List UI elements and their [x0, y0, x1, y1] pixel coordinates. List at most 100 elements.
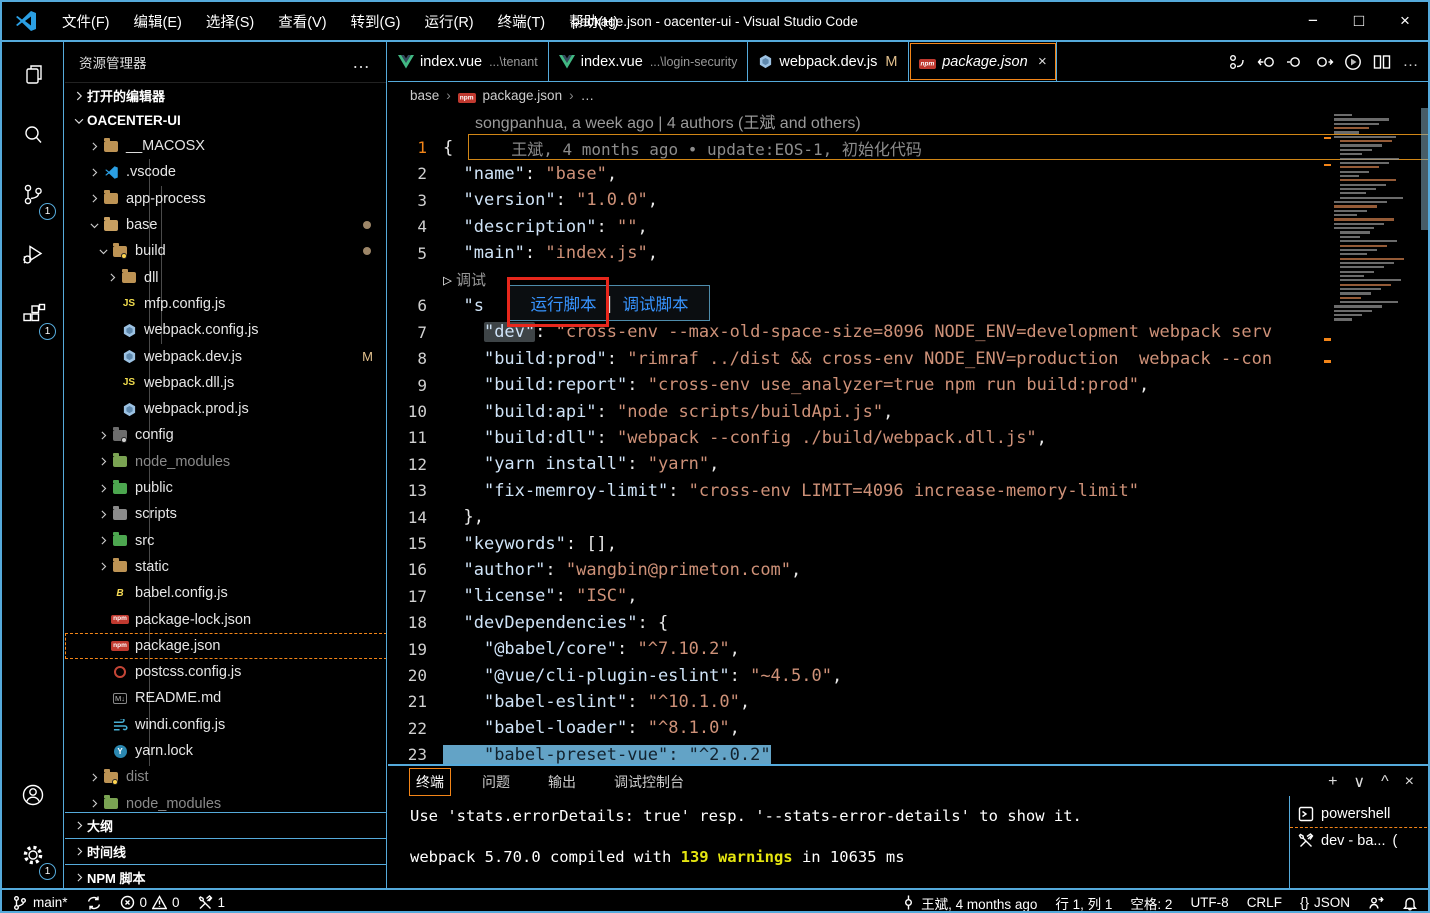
run-script-icon[interactable]: [1342, 51, 1364, 73]
tree-item-config[interactable]: config: [65, 422, 387, 448]
code-line-5[interactable]: 5 "main": "index.js",: [388, 240, 1430, 266]
tab-index.vue-1[interactable]: index.vue...\login-security: [549, 42, 749, 81]
tree-item-postcss.config.js[interactable]: postcss.config.js: [65, 659, 387, 685]
notifications[interactable]: [1402, 895, 1418, 911]
tree-item-build[interactable]: build: [65, 238, 387, 264]
terminal-output[interactable]: Use 'stats.errorDetails: true' resp. '--…: [410, 806, 1082, 887]
split-editor-icon[interactable]: [1371, 51, 1393, 73]
debug-script-link[interactable]: 调试脚本: [622, 291, 688, 315]
code-line-1[interactable]: 1{王斌, 4 months ago • update:EOS-1, 初始化代码: [388, 134, 1430, 160]
code-line-18[interactable]: 18 "devDependencies": {: [388, 610, 1430, 636]
breadcrumb-item-package.json[interactable]: package.json: [483, 88, 563, 103]
tree-root-oacenter-ui[interactable]: OACENTER-UI: [65, 108, 386, 133]
code-line-22[interactable]: 22 "babel-loader": "^8.1.0",: [388, 715, 1430, 741]
tree-item-webpack.prod.js[interactable]: webpack.prod.js: [65, 396, 387, 422]
eol[interactable]: CRLF: [1247, 895, 1282, 910]
new-terminal-icon[interactable]: +: [1328, 773, 1337, 791]
minimize-button[interactable]: −: [1290, 2, 1336, 40]
code-line-15[interactable]: 15 "keywords": [],: [388, 530, 1430, 556]
activitybar-explorer[interactable]: [2, 48, 64, 102]
tab-close-icon[interactable]: ×: [1038, 53, 1047, 70]
code-line-2[interactable]: 2 "name": "base",: [388, 161, 1430, 187]
code-line-3[interactable]: 3 "version": "1.0.0",: [388, 187, 1430, 213]
open-changes-icon[interactable]: [1255, 51, 1277, 73]
tree-item-src[interactable]: src: [65, 528, 387, 554]
open-editors-section[interactable]: 打开的编辑器: [65, 82, 386, 108]
menu-item-5[interactable]: 运行(R): [414, 7, 483, 36]
activitybar-run-and-debug[interactable]: [2, 228, 64, 282]
tab-index.vue-0[interactable]: index.vue...\tenant: [388, 42, 549, 81]
menu-item-0[interactable]: 文件(F): [52, 7, 120, 36]
tab-package.json-3[interactable]: npmpackage.json×: [909, 42, 1058, 81]
activitybar-source-control[interactable]: 1: [2, 168, 64, 222]
tree-item-mfp.config.js[interactable]: JSmfp.config.js: [65, 291, 387, 317]
code-line-11[interactable]: 11 "build:dll": "webpack --config ./buil…: [388, 425, 1430, 451]
minimap[interactable]: [1332, 110, 1418, 750]
tree-item-README.md[interactable]: M↓README.md: [65, 685, 387, 711]
section-大纲[interactable]: 大纲: [65, 812, 387, 838]
tree-item-node_modules[interactable]: node_modules: [65, 449, 387, 475]
tab-webpack.dev.js-2[interactable]: webpack.dev.jsM: [748, 42, 908, 81]
code-line-17[interactable]: 17 "license": "ISC",: [388, 583, 1430, 609]
scrollbar-thumb[interactable]: [1421, 108, 1430, 230]
tree-item-dll[interactable]: dll: [65, 265, 387, 291]
breadcrumb[interactable]: base›npmpackage.json›…: [388, 82, 1430, 108]
tree-item-webpack.dll.js[interactable]: JSwebpack.dll.js: [65, 370, 387, 396]
language-mode[interactable]: {}JSON: [1300, 895, 1350, 910]
code-line-16[interactable]: 16 "author": "wangbin@primeton.com",: [388, 557, 1430, 583]
panel-tab-调试控制台[interactable]: 调试控制台: [608, 769, 690, 795]
menu-item-4[interactable]: 转到(G): [341, 7, 411, 36]
code-line-4[interactable]: 4 "description": "",: [388, 214, 1430, 240]
tree-item-yarn.lock[interactable]: Yyarn.lock: [65, 738, 387, 764]
maximize-panel-icon[interactable]: ^: [1381, 773, 1389, 791]
code-line-21[interactable]: 21 "babel-eslint": "^10.1.0",: [388, 689, 1430, 715]
maximize-button[interactable]: □: [1336, 2, 1382, 40]
git-branch[interactable]: main*: [12, 895, 68, 911]
activitybar-search[interactable]: [2, 108, 64, 162]
code-line-20[interactable]: 20 "@vue/cli-plugin-eslint": "~4.5.0",: [388, 662, 1430, 688]
section-时间线[interactable]: 时间线: [65, 838, 387, 864]
indentation[interactable]: 空格: 2: [1130, 893, 1172, 913]
next-change-icon[interactable]: [1313, 51, 1335, 73]
menu-item-6[interactable]: 终端(T): [488, 7, 556, 36]
tree-item-static[interactable]: static: [65, 554, 387, 580]
menu-item-3[interactable]: 查看(V): [268, 7, 336, 36]
code-line-12[interactable]: 12 "yarn install": "yarn",: [388, 451, 1430, 477]
activitybar-settings[interactable]: 1: [2, 828, 64, 882]
tree-item-scripts[interactable]: scripts: [65, 501, 387, 527]
running-tasks[interactable]: 1: [198, 895, 226, 910]
sync-status[interactable]: [86, 895, 102, 911]
tree-item-package-lock.json[interactable]: npmpackage-lock.json: [65, 606, 387, 632]
close-button[interactable]: ×: [1382, 2, 1428, 40]
code-line-10[interactable]: 10 "build:api": "node scripts/buildApi.j…: [388, 398, 1430, 424]
breadcrumb-item-…[interactable]: …: [581, 88, 595, 103]
activitybar-extensions[interactable]: 1: [2, 288, 64, 342]
encoding[interactable]: UTF-8: [1190, 895, 1228, 910]
code-line-13[interactable]: 13 "fix-memroy-limit": "cross-env LIMIT=…: [388, 478, 1430, 504]
gitlens-icon[interactable]: [1226, 51, 1248, 73]
code-editor[interactable]: songpanhua, a week ago | 4 authors (王斌 a…: [388, 108, 1430, 764]
more-actions-icon[interactable]: …: [1400, 51, 1422, 73]
previous-change-icon[interactable]: [1284, 51, 1306, 73]
menu-item-2[interactable]: 选择(S): [196, 7, 264, 36]
tree-item-app-process[interactable]: app-process: [65, 186, 387, 212]
panel-tab-输出[interactable]: 输出: [542, 769, 582, 795]
tree-item-public[interactable]: public: [65, 475, 387, 501]
activitybar-accounts[interactable]: [2, 768, 64, 822]
tree-item-babel.config.js[interactable]: Bbabel.config.js: [65, 580, 387, 606]
tree-item-dist[interactable]: dist: [65, 764, 387, 790]
cursor-position[interactable]: 行 1, 列 1: [1055, 893, 1112, 913]
problems-status[interactable]: 00: [120, 895, 180, 910]
terminal-instance-powershell[interactable]: powershell: [1290, 800, 1430, 827]
breadcrumb-item-base[interactable]: base: [410, 88, 439, 103]
tree-item-webpack.dev.js[interactable]: webpack.dev.jsM: [65, 343, 387, 369]
tree-item-package.json[interactable]: npmpackage.json: [65, 633, 387, 659]
code-line-8[interactable]: 8 "build:prod": "rimraf ../dist && cross…: [388, 346, 1430, 372]
code-line-23[interactable]: 23 "babel-preset-vue": "^2.0.2": [388, 742, 1430, 764]
close-panel-icon[interactable]: ×: [1405, 773, 1414, 791]
tree-item-webpack.config.js[interactable]: webpack.config.js: [65, 317, 387, 343]
panel-tab-问题[interactable]: 问题: [476, 769, 516, 795]
code-line-14[interactable]: 14 },: [388, 504, 1430, 530]
code-line-9[interactable]: 9 "build:report": "cross-env use_analyze…: [388, 372, 1430, 398]
tree-item-windi.config.js[interactable]: windi.config.js: [65, 712, 387, 738]
